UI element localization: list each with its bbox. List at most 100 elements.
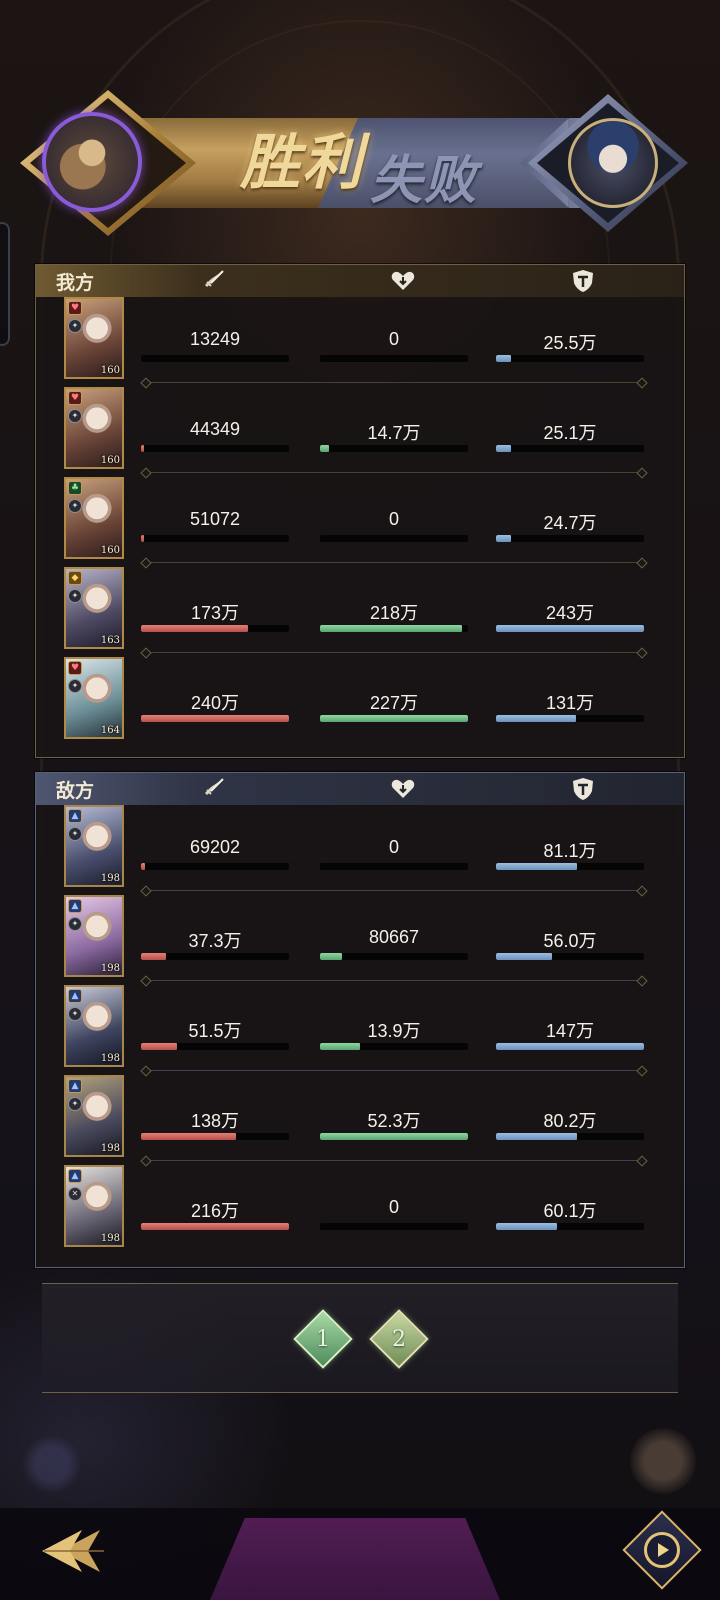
round-selector: 1 2 <box>42 1283 678 1393</box>
heal-bar <box>320 1043 468 1050</box>
tank-bar-fill <box>496 953 553 960</box>
back-button[interactable] <box>30 1516 108 1586</box>
damage-bar-fill <box>141 625 248 632</box>
player-avatar[interactable] <box>42 112 142 212</box>
side-tab[interactable] <box>0 222 10 346</box>
hero-level: 160 <box>100 365 120 376</box>
hero-level: 198 <box>100 1233 120 1244</box>
hero-portrait <box>82 313 112 347</box>
heal-value: 0 <box>388 837 399 857</box>
hero-portrait <box>82 1181 112 1215</box>
hero-card[interactable]: ◆ ✦ 163 <box>64 567 124 649</box>
tank-stat: 80.2万 <box>496 1071 644 1151</box>
hero-portrait <box>82 583 112 617</box>
heal-stat: 0 <box>320 473 468 553</box>
tank-bar-fill <box>496 1223 557 1230</box>
hero-level: 198 <box>100 873 120 884</box>
battle-result-banner: 胜利 失败 <box>0 88 720 238</box>
heal-bar-fill <box>320 715 468 722</box>
damage-value: 37.3万 <box>188 931 242 951</box>
tank-bar-fill <box>496 1043 644 1050</box>
hero-stat-row[interactable]: ▲ ✦ 198 51.5万 13.9万 147万 <box>36 981 684 1073</box>
hero-level: 160 <box>100 455 120 466</box>
heal-bar <box>320 445 468 452</box>
damage-bar <box>141 863 289 870</box>
heal-bar-fill <box>320 1043 360 1050</box>
hero-stat-row[interactable]: ♣ ✦ 160 51072 0 24.7万 <box>36 473 684 565</box>
class-badge-icon: ♥ <box>68 301 82 315</box>
faction-badge-icon: ✦ <box>68 1097 82 1111</box>
faction-badge-icon: ✦ <box>68 409 82 423</box>
hero-level: 198 <box>100 963 120 974</box>
faction-badge-icon: ✦ <box>68 917 82 931</box>
sword-icon <box>201 777 227 801</box>
tank-bar-fill <box>496 863 578 870</box>
damage-bar <box>141 1133 289 1140</box>
hero-level: 160 <box>100 545 120 556</box>
heal-bar-fill <box>320 445 329 452</box>
damage-bar <box>141 1043 289 1050</box>
round-1-button[interactable]: 1 <box>293 1309 353 1369</box>
hero-card[interactable]: ♥ ✦ 160 <box>64 387 124 469</box>
hero-card[interactable]: ▲ ✦ 198 <box>64 985 124 1067</box>
damage-stat: 69202 <box>141 801 289 881</box>
hero-level: 198 <box>100 1143 120 1154</box>
damage-bar <box>141 355 289 362</box>
enemy-team-panel: 敌方 ▲ ✦ 198 69202 0 81.1万 ▲ ✦ 198 37.3万 8… <box>35 772 685 1268</box>
damage-value: 173万 <box>190 603 240 623</box>
damage-stat: 173万 <box>141 563 289 643</box>
hero-card[interactable]: ♣ ✦ 160 <box>64 477 124 559</box>
damage-value: 51072 <box>189 509 241 529</box>
hero-card[interactable]: ♥ ✦ 160 <box>64 297 124 379</box>
hero-stat-row[interactable]: ♥ ✦ 160 44349 14.7万 25.1万 <box>36 383 684 475</box>
tank-stat: 25.5万 <box>496 293 644 373</box>
heal-value: 52.3万 <box>367 1111 421 1131</box>
hero-portrait <box>82 1091 112 1125</box>
tank-value: 80.2万 <box>543 1111 597 1131</box>
heal-bar <box>320 625 468 632</box>
opponent-avatar[interactable] <box>568 118 658 208</box>
round-2-button[interactable]: 2 <box>369 1309 429 1369</box>
class-badge-icon: ▲ <box>68 1169 82 1183</box>
heal-stat: 218万 <box>320 563 468 643</box>
heal-bar-fill <box>320 1133 468 1140</box>
heal-value: 80667 <box>368 927 420 947</box>
defeat-text: 失败 <box>370 150 479 211</box>
hero-stat-row[interactable]: ▲ ✦ 198 138万 52.3万 80.2万 <box>36 1071 684 1163</box>
heal-stat: 52.3万 <box>320 1071 468 1151</box>
heal-stat: 0 <box>320 293 468 373</box>
heal-bar-fill <box>320 625 463 632</box>
hero-card[interactable]: ▲ ✕ 198 <box>64 1165 124 1247</box>
tank-stat: 147万 <box>496 981 644 1061</box>
hero-portrait <box>82 1001 112 1035</box>
tank-bar <box>496 625 644 632</box>
damage-stat: 51.5万 <box>141 981 289 1061</box>
tank-value: 60.1万 <box>543 1201 597 1221</box>
tank-bar-fill <box>496 355 511 362</box>
class-badge-icon: ▲ <box>68 1079 82 1093</box>
replay-button[interactable] <box>622 1510 702 1590</box>
hero-stat-row[interactable]: ▲ ✕ 198 216万 0 60.1万 <box>36 1161 684 1253</box>
hero-stat-row[interactable]: ◆ ✦ 163 173万 218万 243万 <box>36 563 684 655</box>
faction-badge-icon: ✦ <box>68 319 82 333</box>
hero-stat-row[interactable]: ▲ ✦ 198 37.3万 80667 56.0万 <box>36 891 684 983</box>
hero-stat-row[interactable]: ♥ ✦ 160 13249 0 25.5万 <box>36 293 684 385</box>
hero-portrait <box>82 911 112 945</box>
heal-stat: 13.9万 <box>320 981 468 1061</box>
hero-card[interactable]: ▲ ✦ 198 <box>64 895 124 977</box>
hero-stat-row[interactable]: ▲ ✦ 198 69202 0 81.1万 <box>36 801 684 893</box>
heal-value: 227万 <box>369 693 419 713</box>
confirm-button[interactable] <box>210 1518 500 1600</box>
tank-bar <box>496 535 644 542</box>
faction-badge-icon: ✦ <box>68 499 82 513</box>
tank-value: 147万 <box>545 1021 595 1041</box>
my-team-label: 我方 <box>56 272 95 294</box>
hero-card[interactable]: ▲ ✦ 198 <box>64 1075 124 1157</box>
tank-bar <box>496 1223 644 1230</box>
hero-card[interactable]: ▲ ✦ 198 <box>64 805 124 887</box>
tank-stat: 243万 <box>496 563 644 643</box>
hero-card[interactable]: ♥ ✦ 164 <box>64 657 124 739</box>
damage-value: 216万 <box>190 1201 240 1221</box>
hero-stat-row[interactable]: ♥ ✦ 164 240万 227万 131万 <box>36 653 684 745</box>
tank-bar-fill <box>496 1133 578 1140</box>
